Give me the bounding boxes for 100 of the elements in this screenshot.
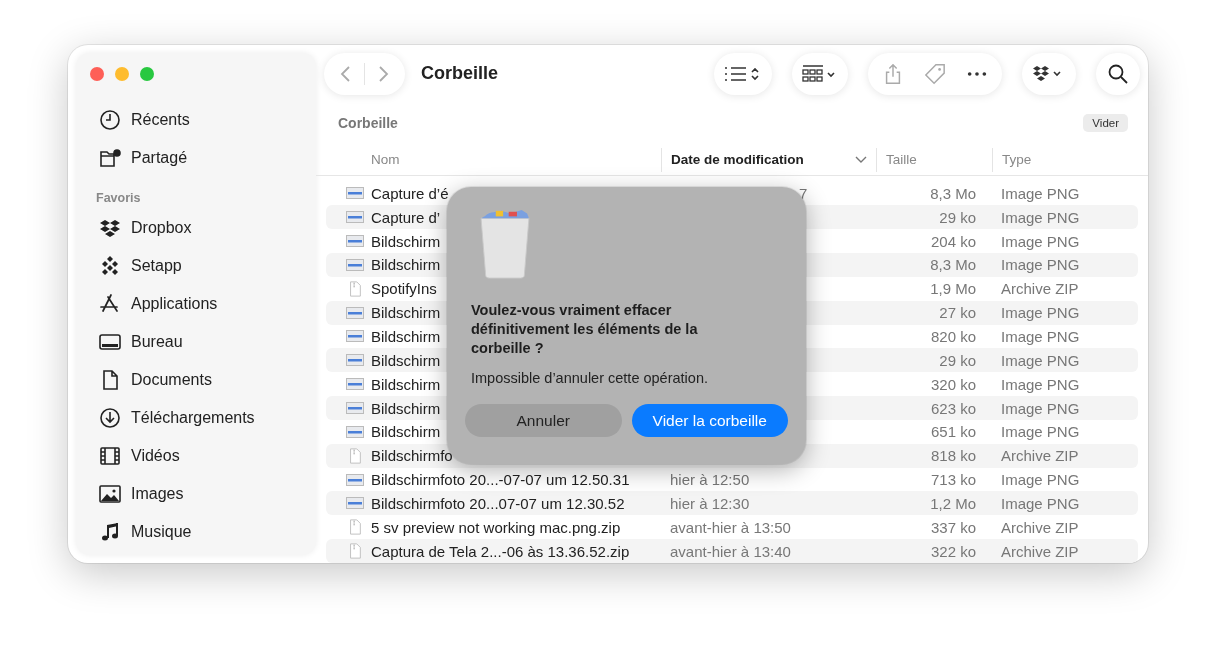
sidebar-item[interactable]: Vidéos [76, 437, 316, 475]
type-cell: Image PNG [1001, 399, 1080, 417]
location-title: Corbeille [338, 114, 398, 131]
sidebar-item[interactable]: Partagé [76, 139, 316, 177]
column-header[interactable]: Taille [876, 147, 992, 172]
file-name[interactable]: Bildschirm [371, 375, 441, 393]
image-file-icon [346, 495, 364, 512]
grid-icon [802, 64, 838, 83]
image-file-icon [346, 185, 364, 202]
size-cell: 8,3 Mo [930, 184, 976, 202]
size-cell: 29 ko [939, 208, 976, 226]
file-name[interactable]: Bildschirm [371, 423, 441, 441]
dialog-message: Voulez-vous vraiment effacer définitivement les éléments de la corbeille ? [471, 301, 699, 358]
file-name[interactable]: Bildschirm [371, 232, 441, 250]
file-name[interactable]: Bildschirm [371, 351, 441, 369]
folder-person-icon [99, 147, 121, 169]
dropbox-button[interactable] [1022, 52, 1076, 95]
image-file-icon [346, 256, 364, 273]
file-name[interactable]: Bildschirmfoto 20...07-07 um 12.30.52 [371, 494, 625, 512]
type-cell: Image PNG [1001, 304, 1080, 322]
app-store-icon [99, 293, 121, 315]
file-name[interactable]: Bildschirm [371, 399, 441, 417]
image-file-icon [346, 376, 364, 393]
zoom-button[interactable] [140, 67, 154, 81]
desktop-icon [99, 331, 121, 353]
sidebar-item[interactable]: Documents [76, 361, 316, 399]
date-cell: hier à 12:30 [670, 494, 750, 512]
file-name[interactable]: 5 sv preview not working mac.png.zip [371, 518, 621, 536]
file-name[interactable]: Bildschirmfoto 20...-07-07 um 12.50.31 [371, 471, 630, 489]
type-cell: Image PNG [1001, 375, 1080, 393]
date-cell: avant-hier à 13:40 [670, 542, 791, 560]
download-icon [99, 407, 121, 429]
type-cell: Archive ZIP [1001, 447, 1079, 465]
file-name[interactable]: Captura de Tela 2...-06 às 13.36.52.zip [371, 542, 630, 560]
column-header[interactable]: Nom [316, 147, 661, 172]
file-name[interactable]: Bildschirm [371, 256, 441, 274]
list-view-button[interactable] [714, 52, 772, 95]
list-icon [724, 64, 762, 83]
music-note-icon [99, 521, 121, 543]
size-cell: 1,2 Mo [930, 494, 976, 512]
size-cell: 651 ko [930, 423, 976, 441]
image-file-icon [346, 233, 364, 250]
size-cell: 820 ko [930, 328, 976, 345]
file-name[interactable]: SpotifyIns [371, 280, 437, 298]
sidebar-item[interactable]: Bureau [76, 323, 316, 361]
image-file-icon [346, 352, 364, 369]
sort-chevron-icon [855, 155, 867, 164]
window-title: Corbeille [421, 63, 499, 85]
size-cell: 818 ko [930, 447, 976, 465]
image-file-icon [346, 423, 364, 440]
sidebar-item[interactable]: Applications [76, 285, 316, 323]
type-cell: Image PNG [1001, 471, 1080, 489]
sidebar-item[interactable]: Setapp [76, 247, 316, 285]
tag-icon[interactable] [924, 62, 946, 85]
size-cell: 1,9 Mo [930, 280, 976, 298]
sidebar-item[interactable]: Dropbox [76, 209, 316, 247]
file-name[interactable]: Bildschirm [371, 304, 441, 322]
confirm-button[interactable]: Vider la corbeille [631, 404, 788, 437]
sidebar-item[interactable]: Musique [76, 513, 316, 551]
search-button[interactable] [1096, 52, 1140, 95]
type-cell: Archive ZIP [1001, 518, 1079, 536]
minimize-button[interactable] [115, 67, 129, 81]
date-cell: hier à 12:50 [670, 471, 750, 489]
sidebar-item[interactable]: Téléchargements [76, 399, 316, 437]
type-cell: Image PNG [1001, 351, 1080, 369]
type-cell: Image PNG [1001, 184, 1080, 202]
image-file-icon [346, 304, 364, 321]
empty-trash-button[interactable]: Vider [1083, 113, 1128, 132]
image-file-icon [346, 400, 364, 416]
type-cell: Image PNG [1001, 208, 1080, 226]
photo-icon [99, 483, 121, 505]
size-cell: 337 ko [930, 518, 976, 536]
type-cell: Image PNG [1001, 494, 1080, 512]
size-cell: 204 ko [930, 232, 976, 250]
size-cell: 29 ko [939, 351, 976, 369]
dialog-detail: Impossible d’annuler cette opération. [471, 370, 709, 386]
file-name[interactable]: Capture d’ [371, 208, 441, 226]
file-name[interactable]: Bildschirmfo [371, 447, 453, 465]
file-name[interactable]: Capture d’é [371, 184, 449, 202]
image-file-icon [346, 209, 364, 226]
sidebar-item[interactable]: Récents [76, 101, 316, 139]
film-icon [99, 445, 121, 467]
size-cell: 27 ko [939, 304, 976, 322]
type-cell: Image PNG [1001, 256, 1080, 274]
type-cell: Image PNG [1001, 328, 1080, 345]
clock-icon [99, 109, 121, 131]
size-cell: 320 ko [930, 375, 976, 393]
type-cell: Archive ZIP [1001, 280, 1079, 298]
close-button[interactable] [90, 67, 104, 81]
size-cell: 322 ko [930, 542, 976, 560]
grid-view-button[interactable] [792, 52, 848, 95]
dropbox-icon [99, 217, 121, 239]
file-name[interactable]: Bildschirm [371, 328, 441, 345]
sidebar-item[interactable]: Images [76, 475, 316, 513]
cancel-button[interactable]: Annuler [465, 404, 622, 437]
column-header[interactable]: Type [992, 147, 1148, 172]
image-file-icon [346, 471, 364, 488]
size-cell: 8,3 Mo [930, 256, 976, 274]
column-header[interactable]: Date de modification [661, 147, 876, 172]
date-cell: 7 [799, 184, 808, 202]
